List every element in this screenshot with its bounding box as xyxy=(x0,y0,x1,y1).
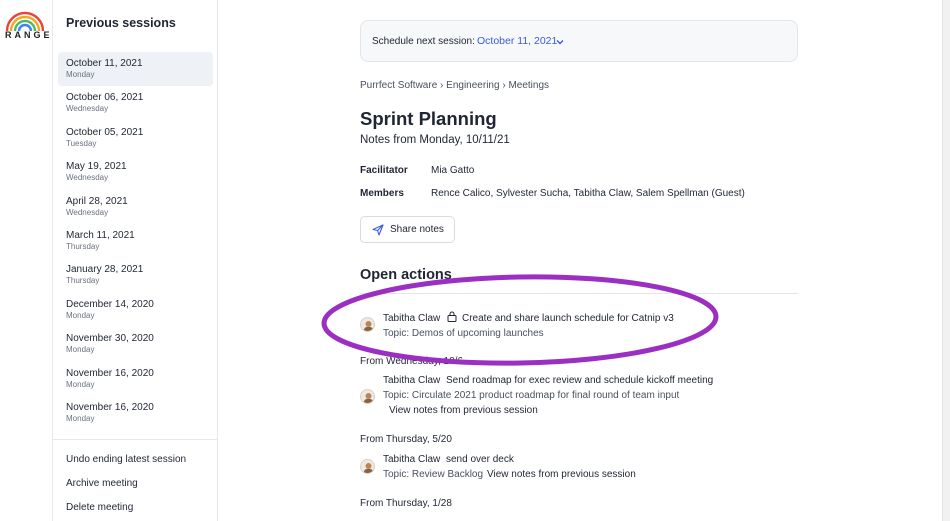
members-label: Members xyxy=(360,188,404,199)
schedule-next-session: Schedule next session: October 11, 2021 xyxy=(360,20,798,62)
session-day: Monday xyxy=(66,310,95,320)
main-content: Schedule next session: October 11, 2021 … xyxy=(218,0,942,521)
session-item[interactable]: November 16, 2020 Monday xyxy=(58,396,213,430)
divider xyxy=(360,293,798,294)
lock-icon xyxy=(447,311,457,322)
view-previous-notes-link[interactable]: View notes from previous session xyxy=(487,469,636,480)
open-actions-title: Open actions xyxy=(360,267,452,283)
action-text: Create and share launch schedule for Cat… xyxy=(462,313,674,324)
session-item[interactable]: May 19, 2021 Wednesday xyxy=(58,155,213,189)
session-day: Wednesday xyxy=(66,173,109,183)
session-date: November 30, 2020 xyxy=(66,333,154,345)
session-day: Wednesday xyxy=(66,104,109,114)
view-previous-notes-link[interactable]: View notes from previous session xyxy=(389,405,538,416)
action-owner-link[interactable]: Tabitha Claw xyxy=(383,313,440,324)
session-date: November 16, 2020 xyxy=(66,401,154,413)
session-day: Thursday xyxy=(66,241,100,251)
action-source: From Thursday, 1/28 xyxy=(360,498,452,509)
breadcrumb-team[interactable]: Engineering xyxy=(446,80,499,91)
session-item[interactable]: October 05, 2021 Tuesday xyxy=(58,121,213,155)
session-day: Thursday xyxy=(66,276,100,286)
page-subtitle: Notes from Monday, 10/11/21 xyxy=(360,134,510,146)
scrollbar[interactable] xyxy=(942,0,950,521)
facilitator-label: Facilitator xyxy=(360,165,408,176)
session-item[interactable]: October 06, 2021 Wednesday xyxy=(58,86,213,120)
session-item[interactable]: November 30, 2020 Monday xyxy=(58,327,213,361)
session-day: Monday xyxy=(66,70,95,79)
session-date: March 11, 2021 xyxy=(66,229,135,241)
breadcrumb-separator: › xyxy=(440,80,444,91)
session-item[interactable]: January 28, 2021 Thursday xyxy=(58,258,213,292)
action-owner-link[interactable]: Tabitha Claw xyxy=(383,454,440,465)
share-notes-label: Share notes xyxy=(390,224,444,235)
action-topic: Topic: Demos of upcoming launches xyxy=(383,328,544,339)
session-date: May 19, 2021 xyxy=(66,161,127,173)
session-item[interactable]: December 14, 2020 Monday xyxy=(58,293,213,327)
action-source: From Thursday, 5/20 xyxy=(360,434,452,445)
logo-wordmark: RANGE xyxy=(5,30,53,40)
action-topic: Topic: Review Backlog xyxy=(383,469,484,480)
session-day: Monday xyxy=(66,413,95,423)
action-text: send over deck xyxy=(446,454,514,465)
action-source: From Wednesday, 10/6 xyxy=(360,356,464,367)
chevron-down-icon[interactable] xyxy=(555,37,565,47)
members-value: Rence Calico, Sylvester Sucha, Tabitha C… xyxy=(431,188,745,199)
session-date: November 16, 2020 xyxy=(66,367,154,379)
session-date: October 06, 2021 xyxy=(66,92,144,104)
breadcrumb-separator: › xyxy=(502,80,506,91)
session-date: October 11, 2021 xyxy=(66,58,143,69)
schedule-date-select[interactable]: October 11, 2021 xyxy=(477,35,557,47)
session-day: Monday xyxy=(66,345,95,355)
session-item[interactable]: November 16, 2020 Monday xyxy=(58,362,213,396)
previous-sessions-sidebar: Previous sessions October 11, 2021 Monda… xyxy=(52,0,218,521)
sidebar-title: Previous sessions xyxy=(66,16,176,30)
sidebar-menu: Undo ending latest session Archive meeti… xyxy=(53,439,217,521)
archive-meeting-button[interactable]: Archive meeting xyxy=(66,478,138,489)
share-notes-button[interactable]: Share notes xyxy=(360,216,455,243)
session-date: October 05, 2021 xyxy=(66,126,144,138)
session-list: October 11, 2021 Monday October 06, 2021… xyxy=(58,52,213,430)
breadcrumb-org[interactable]: Purrfect Software xyxy=(360,80,437,91)
session-date: January 28, 2021 xyxy=(66,264,144,276)
action-topic: Topic: Circulate 2021 product roadmap fo… xyxy=(383,390,680,401)
breadcrumb: Purrfect Software › Engineering › Meetin… xyxy=(360,80,549,91)
avatar xyxy=(360,317,375,332)
send-icon xyxy=(372,224,384,236)
undo-ending-session-button[interactable]: Undo ending latest session xyxy=(66,454,186,465)
action-owner-link[interactable]: Tabitha Claw xyxy=(383,375,440,386)
breadcrumb-section[interactable]: Meetings xyxy=(508,80,549,91)
session-item[interactable]: October 11, 2021 Monday xyxy=(58,52,213,87)
page-title: Sprint Planning xyxy=(360,108,497,129)
action-text: Send roadmap for exec review and schedul… xyxy=(446,375,714,386)
session-day: Tuesday xyxy=(66,138,97,148)
session-date: April 28, 2021 xyxy=(66,195,128,207)
delete-meeting-button[interactable]: Delete meeting xyxy=(66,502,133,513)
schedule-label: Schedule next session: xyxy=(372,36,475,47)
session-item[interactable]: March 11, 2021 Thursday xyxy=(58,224,213,258)
session-item[interactable]: April 28, 2021 Wednesday xyxy=(58,190,213,224)
facilitator-value: Mia Gatto xyxy=(431,165,475,176)
avatar xyxy=(360,389,375,404)
session-day: Wednesday xyxy=(66,207,109,217)
avatar xyxy=(360,459,375,474)
app-rail: RANGE xyxy=(0,0,52,521)
session-date: December 14, 2020 xyxy=(66,298,154,310)
session-day: Monday xyxy=(66,379,95,389)
